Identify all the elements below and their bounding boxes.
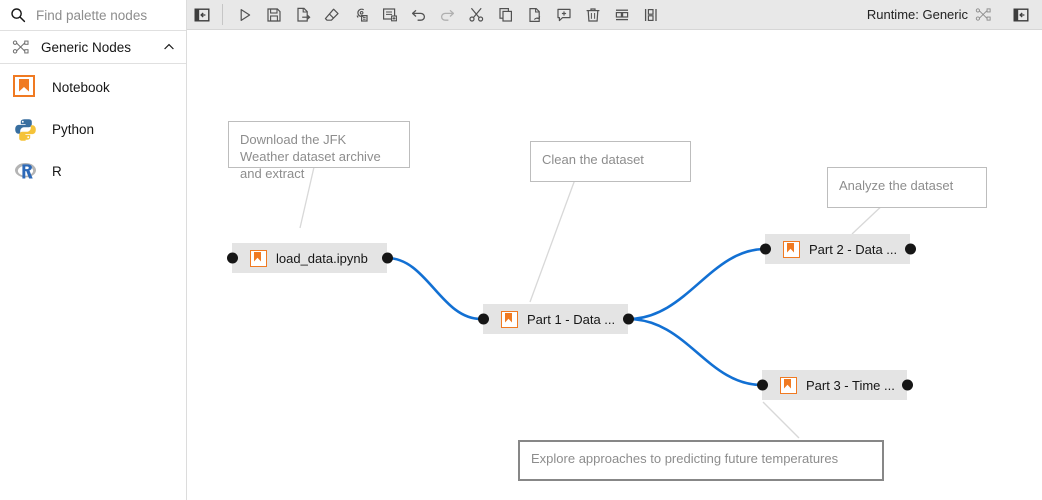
redo-icon [440, 9, 455, 21]
python-icon [13, 117, 38, 142]
open-right-panel-button[interactable] [1006, 1, 1035, 29]
comment-plus-icon [556, 8, 571, 21]
node-label: Part 2 - Data ... [809, 241, 898, 257]
pipeline-node-load-data[interactable]: load_data.ipynb [226, 243, 393, 273]
comment-connector-line [762, 401, 800, 439]
palette-search-bar[interactable] [0, 0, 186, 31]
elyra-pipeline-editor: Generic Nodes Notebook Python [0, 0, 1042, 500]
copy-button[interactable] [491, 1, 520, 29]
notebook-icon [780, 376, 797, 394]
node-output-port[interactable] [901, 379, 913, 391]
palette-item-label: R [52, 163, 62, 179]
node-output-port[interactable] [904, 243, 916, 255]
open-right-panel-icon [1013, 8, 1029, 22]
cut-button[interactable] [462, 1, 491, 29]
node-input-port[interactable] [759, 243, 771, 255]
node-input-port[interactable] [756, 379, 768, 391]
node-output-port[interactable] [622, 313, 634, 325]
open-left-panel-button[interactable] [187, 1, 216, 29]
undo-icon [411, 9, 426, 21]
create-comment-button[interactable] [375, 1, 404, 29]
delete-button[interactable] [578, 1, 607, 29]
paste-button[interactable] [520, 1, 549, 29]
pipeline-node-part-3[interactable]: Part 3 - Time ... [756, 370, 913, 400]
palette-item-r[interactable]: R [0, 150, 186, 192]
palette-item-notebook[interactable]: Notebook [0, 66, 186, 108]
node-label: Part 1 - Data ... [527, 311, 616, 327]
palette-category-generic-nodes[interactable]: Generic Nodes [0, 31, 186, 64]
comment-connector-line [529, 173, 578, 303]
notebook-icon [783, 240, 800, 258]
chevron-up-icon[interactable] [162, 40, 176, 54]
pipeline-canvas[interactable]: Download the JFK Weather dataset archive… [187, 30, 1042, 500]
palette-node-list: Notebook Python R [0, 64, 186, 192]
comment-analyze[interactable]: Analyze the dataset [827, 167, 987, 208]
editor-main: Runtime: Generic Download the JFK Weathe… [187, 0, 1042, 500]
export-button[interactable] [288, 1, 317, 29]
scissors-icon [469, 7, 484, 22]
eraser-icon [324, 8, 339, 21]
runtime-nodes-icon [975, 8, 991, 21]
notebook-icon [13, 74, 38, 100]
gear-document-icon [356, 8, 368, 22]
palette-item-label: Python [52, 121, 95, 137]
arrange-vertical-icon [644, 8, 657, 21]
save-icon [266, 7, 281, 22]
node-input-port[interactable] [226, 252, 238, 264]
arrange-horizontal-button[interactable] [607, 1, 636, 29]
comment-explore[interactable]: Explore approaches to predicting future … [518, 440, 884, 481]
run-button[interactable] [230, 1, 259, 29]
node-label: load_data.ipynb [276, 250, 368, 266]
pipeline-node-part-2[interactable]: Part 2 - Data ... [759, 234, 916, 264]
palette-item-label: Notebook [52, 79, 110, 95]
runtime-label: Runtime: Generic [866, 7, 968, 22]
open-left-panel-icon [194, 8, 210, 22]
export-icon [296, 7, 310, 22]
notebook-icon [250, 249, 267, 267]
node-input-port[interactable] [477, 313, 489, 325]
r-icon [13, 159, 38, 184]
trash-icon [586, 7, 599, 22]
notebook-icon [501, 310, 518, 328]
paste-icon [528, 7, 540, 22]
pipeline-link[interactable] [626, 247, 767, 321]
play-icon [240, 8, 250, 21]
palette-sidebar: Generic Nodes Notebook Python [0, 0, 187, 500]
comment-download[interactable]: Download the JFK Weather dataset archive… [228, 121, 410, 181]
arrange-vertical-button[interactable] [636, 1, 665, 29]
comment-clean[interactable]: Clean the dataset [530, 141, 691, 182]
add-comment-icon [382, 7, 397, 21]
search-icon [11, 8, 26, 23]
comment-text: Explore approaches to predicting future … [531, 451, 839, 466]
save-button[interactable] [259, 1, 288, 29]
arrange-horizontal-icon [615, 9, 628, 20]
editor-toolbar: Runtime: Generic [187, 0, 1042, 30]
redo-button[interactable] [433, 1, 462, 29]
copy-icon [498, 7, 512, 22]
node-output-port[interactable] [381, 252, 393, 264]
comment-text: Analyze the dataset [839, 178, 954, 193]
undo-button[interactable] [404, 1, 433, 29]
palette-category-label: Generic Nodes [41, 39, 132, 55]
clear-button[interactable] [317, 1, 346, 29]
pipeline-node-part-1[interactable]: Part 1 - Data ... [477, 304, 634, 334]
nodes-category-icon [12, 40, 29, 54]
toolbar-divider [222, 4, 223, 25]
comment-text: Clean the dataset [542, 152, 644, 167]
properties-button[interactable] [346, 1, 375, 29]
pipeline-link[interactable] [626, 317, 764, 387]
palette-item-python[interactable]: Python [0, 108, 186, 150]
comment-button[interactable] [549, 1, 578, 29]
node-label: Part 3 - Time ... [806, 377, 895, 393]
pipeline-link[interactable] [385, 256, 483, 321]
search-input[interactable] [36, 7, 176, 23]
